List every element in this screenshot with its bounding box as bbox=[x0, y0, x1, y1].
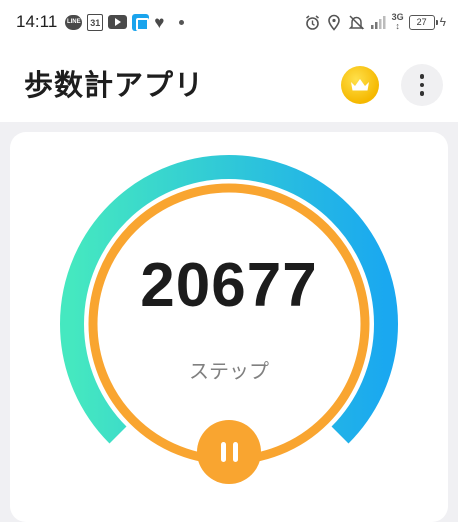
heart-icon: ♥ bbox=[154, 12, 165, 32]
line-icon: LINE bbox=[65, 14, 83, 30]
status-bar: 14:11 LINE 31 ♥ 3G ↕ 27 ϟ bbox=[0, 0, 458, 44]
app-bar: 歩数計アプリ bbox=[0, 44, 458, 122]
notification-icons: LINE 31 ♥ bbox=[65, 12, 185, 32]
battery-icon: 27 bbox=[408, 14, 438, 30]
pause-button[interactable] bbox=[197, 420, 261, 484]
more-vert-icon bbox=[419, 74, 425, 79]
bell-muted-icon bbox=[348, 14, 365, 31]
step-count: 20677 bbox=[140, 251, 318, 320]
pause-icon bbox=[220, 442, 226, 462]
network-icon: 3G ↕ bbox=[391, 12, 404, 31]
youtube-icon bbox=[108, 15, 128, 29]
more-menu-button[interactable] bbox=[401, 64, 443, 106]
calendar-icon: 31 bbox=[87, 13, 104, 31]
signal-icon bbox=[370, 14, 387, 31]
app-icon bbox=[132, 13, 150, 31]
step-counter-card: 20677 ステップ bbox=[10, 132, 448, 522]
dot-icon bbox=[179, 19, 185, 25]
location-icon bbox=[326, 14, 343, 31]
step-unit-label: ステップ bbox=[189, 359, 269, 383]
premium-button[interactable] bbox=[341, 66, 379, 104]
page-title: 歩数計アプリ bbox=[24, 68, 205, 102]
alarm-icon bbox=[304, 14, 321, 31]
system-icons: 3G ↕ 27 ϟ bbox=[304, 13, 446, 31]
crown-icon bbox=[351, 79, 369, 91]
status-time: 14:11 bbox=[16, 12, 58, 31]
charging-icon: ϟ bbox=[439, 15, 446, 29]
